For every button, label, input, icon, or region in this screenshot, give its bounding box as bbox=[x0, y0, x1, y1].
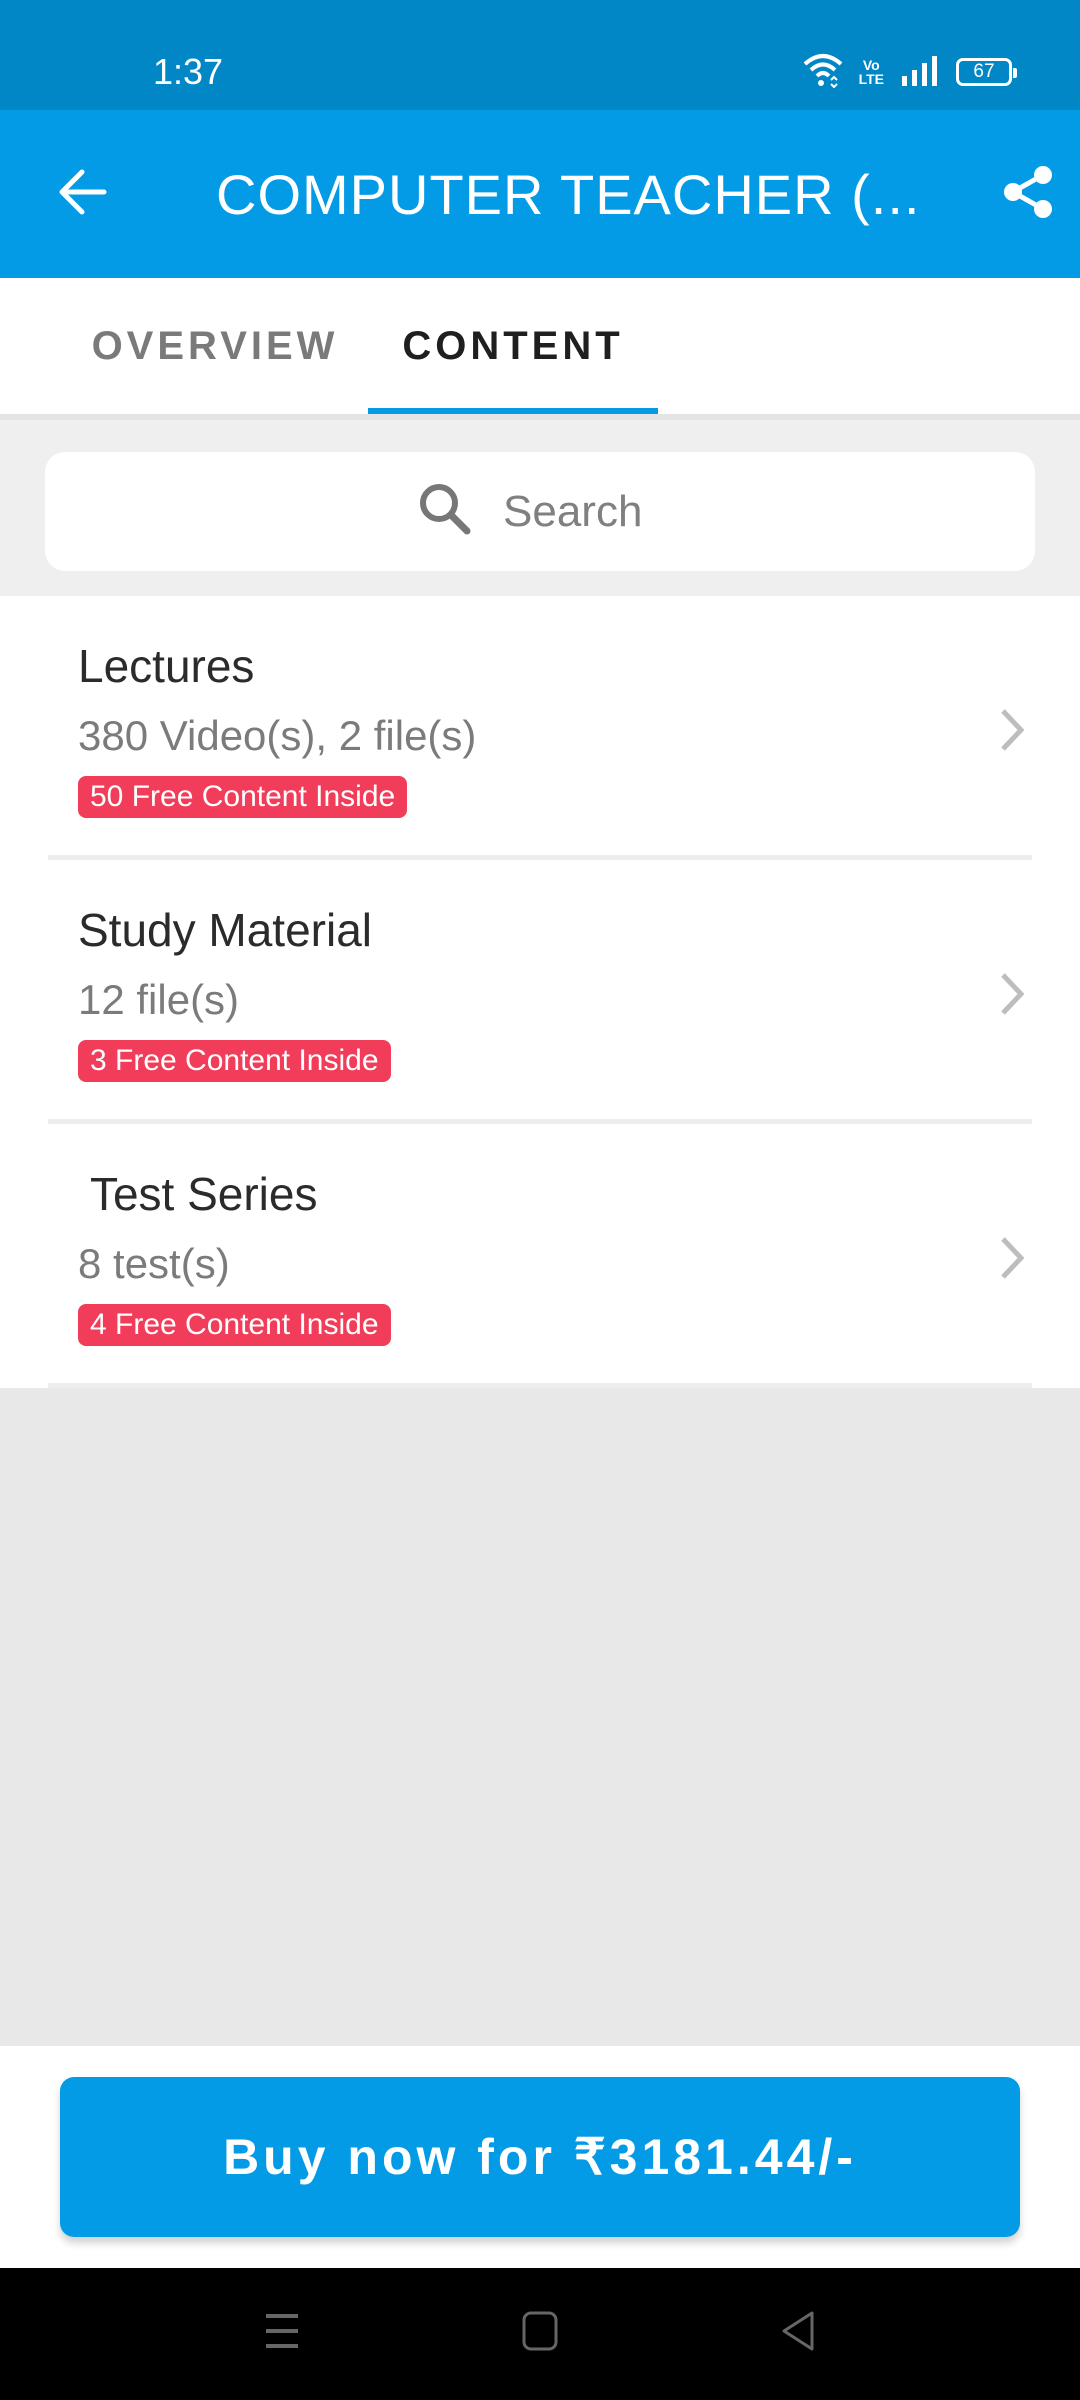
status-icons: Vo LTE 67 bbox=[803, 52, 1017, 93]
item-subtitle: 380 Video(s), 2 file(s) bbox=[78, 712, 477, 759]
search-box[interactable] bbox=[45, 452, 1035, 571]
tab-bar: OVERVIEW CONTENT bbox=[0, 278, 1080, 420]
buy-now-button[interactable]: Buy now for ₹3181.44/- bbox=[60, 2077, 1020, 2237]
arrow-left-icon bbox=[56, 168, 108, 221]
back-icon bbox=[778, 2309, 818, 2358]
status-bar: 1:37 Vo LTE 67 bbox=[0, 0, 1080, 110]
app-bar: COMPUTER TEACHER (... bbox=[0, 110, 1080, 278]
system-nav-bar bbox=[0, 2268, 1080, 2400]
item-subtitle: 8 test(s) bbox=[78, 1240, 230, 1287]
chevron-right-icon bbox=[992, 700, 1032, 760]
free-content-badge: 50 Free Content Inside bbox=[78, 776, 408, 818]
free-content-badge: 4 Free Content Inside bbox=[78, 1304, 391, 1346]
volte-icon: Vo LTE bbox=[859, 58, 884, 86]
item-subtitle: 12 file(s) bbox=[78, 976, 240, 1023]
item-title: Study Material bbox=[78, 904, 373, 956]
tab-overview[interactable]: OVERVIEW bbox=[60, 278, 370, 414]
recents-icon bbox=[262, 2311, 302, 2356]
share-button[interactable] bbox=[996, 162, 1060, 226]
page-title: COMPUTER TEACHER (... bbox=[216, 163, 921, 226]
search-input[interactable] bbox=[503, 486, 663, 537]
recents-button[interactable] bbox=[242, 2298, 322, 2368]
home-button[interactable] bbox=[500, 2298, 580, 2368]
list-item-lectures[interactable]: Lectures 380 Video(s), 2 file(s) 50 Free… bbox=[0, 596, 1080, 860]
chevron-right-icon bbox=[992, 964, 1032, 1024]
lte-label: LTE bbox=[858, 71, 884, 87]
list-item-test-series[interactable]: Test Series 8 test(s) 4 Free Content Ins… bbox=[0, 1124, 1080, 1388]
list-item-study-material[interactable]: Study Material 12 file(s) 3 Free Content… bbox=[0, 860, 1080, 1124]
back-button[interactable] bbox=[50, 162, 114, 226]
tab-content[interactable]: CONTENT bbox=[368, 278, 658, 414]
status-time: 1:37 bbox=[153, 51, 224, 92]
item-title: Lectures bbox=[78, 640, 255, 692]
search-icon bbox=[417, 481, 473, 542]
signal-icon bbox=[900, 54, 940, 91]
item-title: Test Series bbox=[78, 1168, 318, 1220]
volte-label: Vo bbox=[862, 57, 880, 73]
free-content-badge: 3 Free Content Inside bbox=[78, 1040, 391, 1082]
home-icon bbox=[520, 2309, 560, 2358]
chevron-right-icon bbox=[992, 1228, 1032, 1288]
battery-icon: 67 bbox=[956, 58, 1017, 86]
tab-indicator bbox=[368, 408, 658, 414]
wifi-icon bbox=[803, 52, 843, 93]
content-list: Lectures 380 Video(s), 2 file(s) 50 Free… bbox=[0, 596, 1080, 1388]
divider bbox=[48, 1383, 1032, 1388]
nav-back-button[interactable] bbox=[758, 2298, 838, 2368]
search-section bbox=[0, 420, 1080, 596]
share-icon bbox=[1001, 165, 1055, 224]
footer: Buy now for ₹3181.44/- bbox=[0, 2046, 1080, 2268]
